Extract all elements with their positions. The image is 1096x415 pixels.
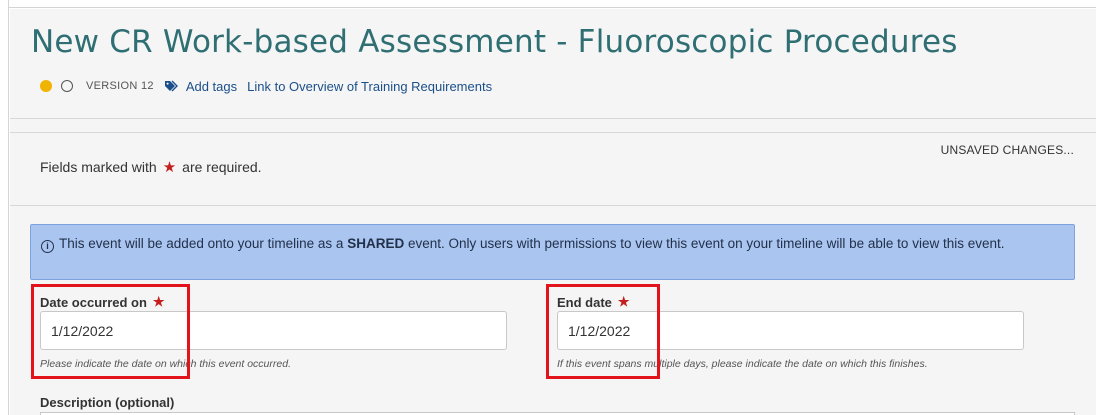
info-icon: i — [41, 240, 54, 253]
top-edge — [9, 0, 1096, 8]
divider — [10, 205, 1096, 206]
required-note-suffix: are required. — [182, 159, 262, 175]
meta-row: VERSION 12 Add tags Link to Overview of … — [40, 77, 492, 95]
status-dot-empty-icon — [61, 80, 73, 92]
left-edge — [0, 0, 9, 415]
version-label: VERSION 12 — [86, 80, 154, 92]
info-text-prefix: This event will be added onto your timel… — [59, 236, 344, 251]
required-note-prefix: Fields marked with — [40, 159, 157, 175]
end-date-highlight-box — [546, 284, 660, 379]
add-tags-link[interactable]: Add tags — [186, 79, 237, 94]
unsaved-changes-status: UNSAVED CHANGES... — [940, 143, 1074, 157]
description-label: Description (optional) — [40, 395, 175, 410]
divider — [10, 132, 1096, 133]
info-text-emphasis: SHARED — [347, 236, 405, 251]
divider — [10, 118, 1096, 119]
tag-icon[interactable] — [164, 80, 180, 92]
status-dot-filled-icon — [40, 80, 52, 92]
date-occurred-highlight-box — [31, 284, 190, 379]
info-text-suffix: event. Only users with permissions to vi… — [407, 236, 1005, 251]
required-star-icon: ★ — [162, 159, 177, 176]
overview-link[interactable]: Link to Overview of Training Requirement… — [247, 79, 492, 94]
shared-event-info-banner: i This event will be added onto your time… — [30, 224, 1075, 280]
required-note: Fields marked with ★ are required. — [40, 158, 262, 176]
page-title: New CR Work-based Assessment - Fluorosco… — [31, 24, 958, 60]
